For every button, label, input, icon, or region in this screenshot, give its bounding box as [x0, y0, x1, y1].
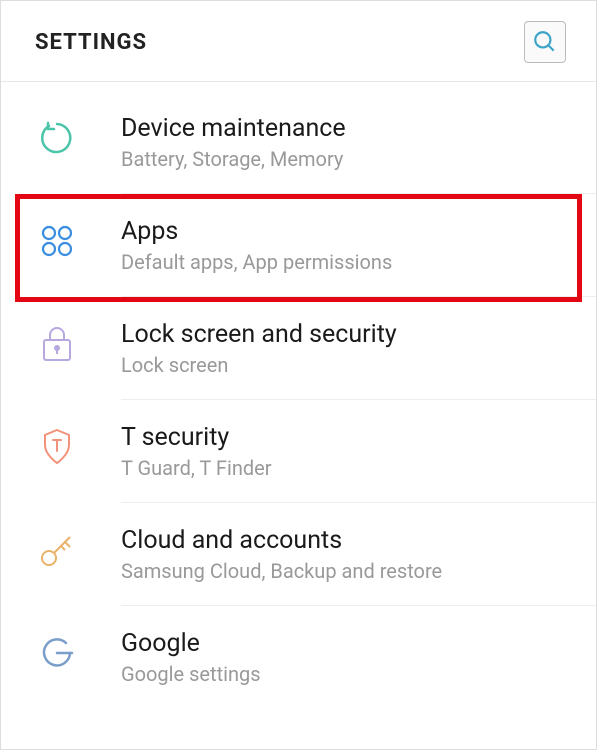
item-subtitle: Google settings	[121, 662, 576, 686]
item-text: Google Google settings	[121, 627, 576, 686]
settings-item-lock-screen[interactable]: Lock screen and security Lock screen	[1, 296, 596, 399]
item-title: T security	[121, 423, 576, 452]
lock-icon	[35, 322, 79, 366]
item-title: Google	[121, 629, 576, 658]
search-icon	[532, 29, 558, 55]
header: SETTINGS	[1, 1, 596, 82]
item-text: Lock screen and security Lock screen	[121, 318, 576, 377]
settings-item-cloud-accounts[interactable]: Cloud and accounts Samsung Cloud, Backup…	[1, 502, 596, 605]
item-subtitle: Default apps, App permissions	[121, 250, 576, 274]
settings-item-t-security[interactable]: T security T Guard, T Finder	[1, 399, 596, 502]
apps-icon	[35, 219, 79, 263]
item-text: T security T Guard, T Finder	[121, 421, 576, 480]
key-icon	[35, 528, 79, 572]
settings-list: Device maintenance Battery, Storage, Mem…	[1, 82, 596, 708]
shield-icon	[35, 425, 79, 469]
settings-item-apps[interactable]: Apps Default apps, App permissions	[1, 193, 596, 296]
item-text: Device maintenance Battery, Storage, Mem…	[121, 112, 576, 171]
item-title: Device maintenance	[121, 114, 576, 143]
item-subtitle: Lock screen	[121, 353, 576, 377]
item-text: Apps Default apps, App permissions	[121, 215, 576, 274]
page-title: SETTINGS	[35, 30, 147, 55]
item-title: Cloud and accounts	[121, 526, 576, 555]
item-text: Cloud and accounts Samsung Cloud, Backup…	[121, 524, 576, 583]
item-subtitle: T Guard, T Finder	[121, 456, 576, 480]
search-button[interactable]	[524, 21, 566, 63]
device-maintenance-icon	[35, 116, 79, 160]
settings-item-device-maintenance[interactable]: Device maintenance Battery, Storage, Mem…	[1, 90, 596, 193]
item-subtitle: Battery, Storage, Memory	[121, 147, 576, 171]
settings-item-google[interactable]: Google Google settings	[1, 605, 596, 708]
item-subtitle: Samsung Cloud, Backup and restore	[121, 559, 576, 583]
item-title: Lock screen and security	[121, 320, 576, 349]
google-icon	[35, 631, 79, 675]
item-title: Apps	[121, 217, 576, 246]
